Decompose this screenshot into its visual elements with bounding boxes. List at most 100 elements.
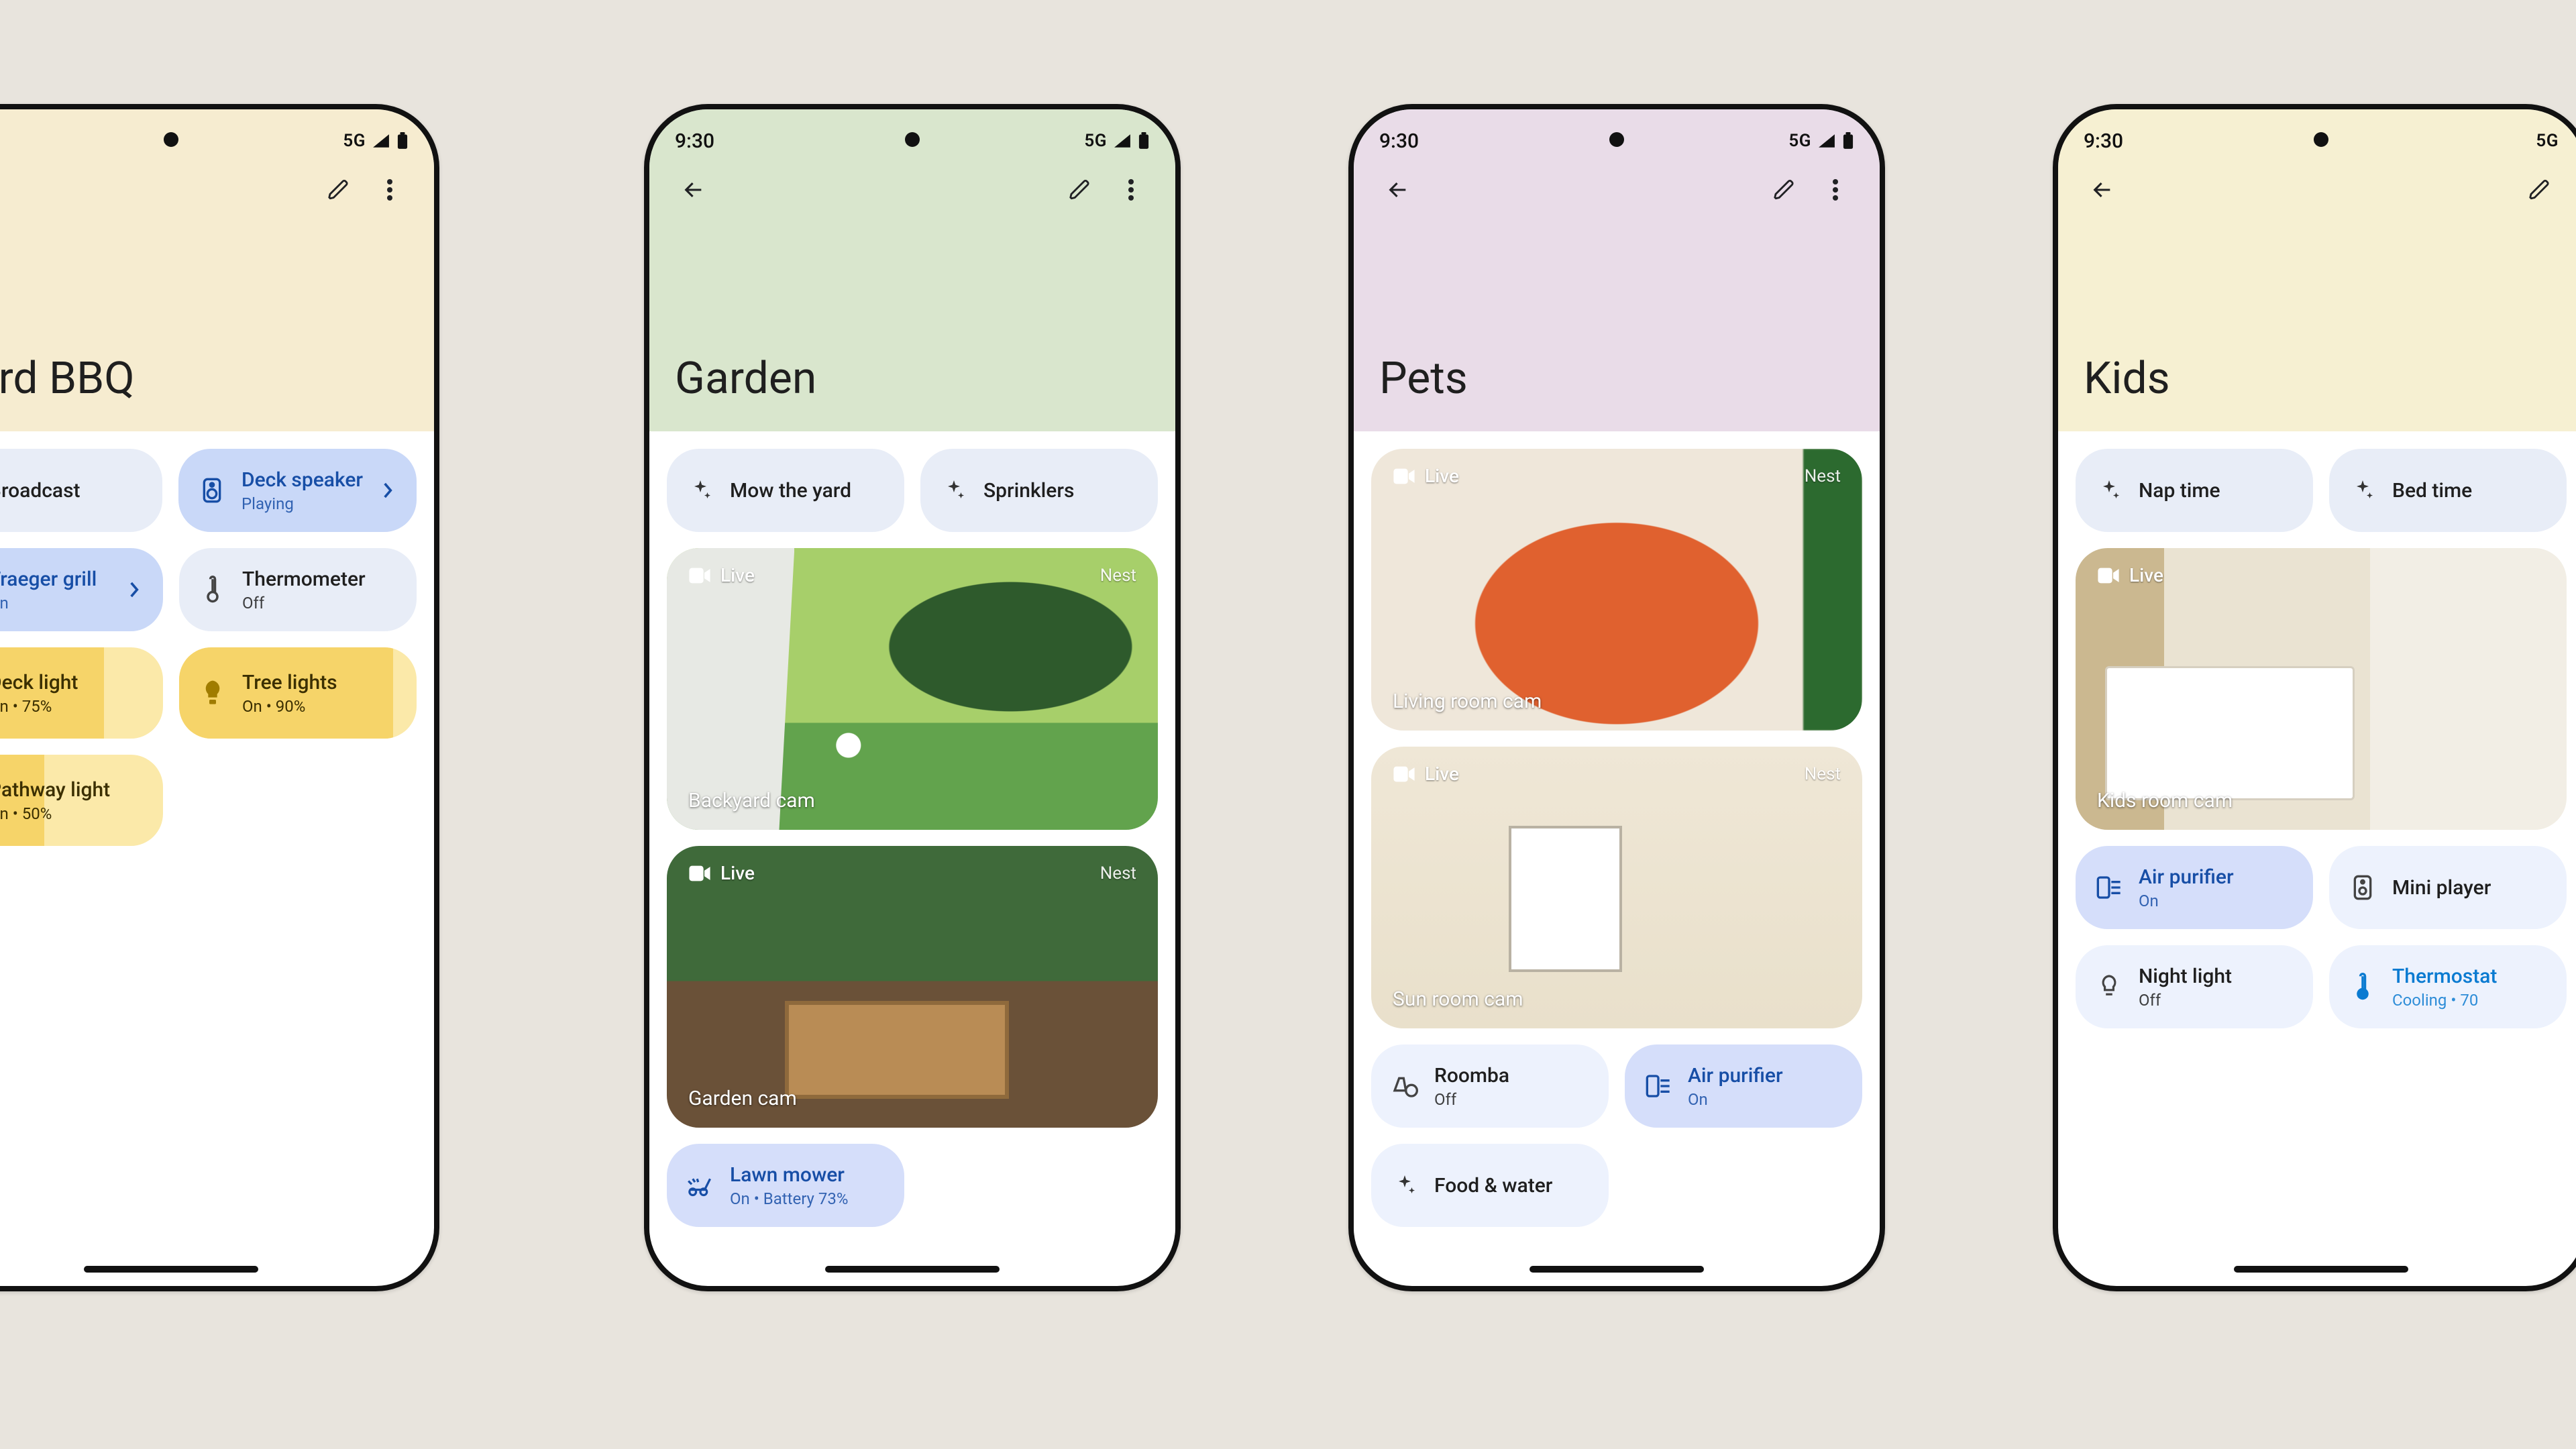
tile-traeger-grill[interactable]: Traeger grill On bbox=[0, 548, 163, 631]
tile-label: Deck light bbox=[0, 671, 78, 694]
tile-night-light[interactable]: Night light Off bbox=[2076, 945, 2313, 1028]
chevron-right-icon bbox=[378, 482, 398, 499]
tile-sub: On • 75% bbox=[0, 697, 78, 716]
home-indicator[interactable] bbox=[2234, 1266, 2408, 1273]
home-indicator[interactable] bbox=[84, 1266, 258, 1273]
back-button[interactable] bbox=[2084, 171, 2121, 209]
home-indicator[interactable] bbox=[1529, 1266, 1704, 1273]
camera-kids-room[interactable]: Live Kids room cam bbox=[2076, 548, 2567, 830]
mower-icon bbox=[686, 1171, 715, 1200]
tile-tree-lights[interactable]: Tree lights On • 90% bbox=[179, 647, 417, 739]
edit-button[interactable] bbox=[1061, 171, 1099, 209]
overflow-button[interactable] bbox=[1112, 171, 1150, 209]
network-label: 5G bbox=[1084, 131, 1107, 151]
tile-label: Traeger grill bbox=[0, 568, 109, 591]
tile-sub: On bbox=[1688, 1090, 1843, 1109]
tile-sub: On bbox=[0, 594, 109, 612]
edit-button[interactable] bbox=[2521, 171, 2559, 209]
lightbulb-outline-icon bbox=[2094, 972, 2124, 1002]
tile-sub: On • 90% bbox=[242, 697, 337, 716]
live-label: Live bbox=[2129, 564, 2163, 586]
sparkle-icon bbox=[2348, 476, 2377, 505]
video-icon bbox=[1393, 468, 1415, 485]
camera-sun-room[interactable]: Live Nest Sun room cam bbox=[1371, 747, 1862, 1028]
overflow-button[interactable] bbox=[1817, 171, 1854, 209]
tile-label: Pathway light bbox=[0, 778, 110, 802]
thermometer-icon bbox=[2348, 972, 2377, 1002]
tile-label: Air purifier bbox=[1688, 1064, 1843, 1087]
arrow-back-icon bbox=[1387, 178, 1409, 201]
header-pets: 9:30 5G bbox=[1354, 109, 1880, 431]
tile-thermostat[interactable]: Thermostat Cooling • 70 bbox=[2329, 945, 2567, 1028]
tile-air-purifier[interactable]: Air purifier On bbox=[1625, 1044, 1862, 1128]
camera-backyard[interactable]: Live Nest Backyard cam bbox=[667, 548, 1158, 830]
camera-cutout bbox=[1609, 132, 1624, 147]
live-label: Live bbox=[1425, 465, 1459, 487]
battery-icon bbox=[1138, 132, 1150, 150]
tile-mini-player[interactable]: Mini player bbox=[2329, 846, 2567, 929]
phone-kids: 9:30 5G Kids bbox=[2053, 104, 2576, 1291]
tile-deck-light[interactable]: Deck light On • 75% bbox=[0, 647, 163, 739]
edit-button[interactable] bbox=[1766, 171, 1803, 209]
home-indicator[interactable] bbox=[825, 1266, 1000, 1273]
back-button[interactable] bbox=[675, 171, 712, 209]
page-title: Garden bbox=[675, 353, 816, 405]
tile-roomba[interactable]: Roomba Off bbox=[1371, 1044, 1609, 1128]
camera-brand: Nest bbox=[1100, 566, 1136, 586]
tile-label: Sprinklers bbox=[983, 479, 1139, 502]
air-purifier-icon bbox=[2094, 873, 2124, 902]
header-garden: 9:30 5G bbox=[649, 109, 1175, 431]
arrow-back-icon bbox=[2091, 178, 2114, 201]
tile-food-water[interactable]: Food & water bbox=[1371, 1144, 1609, 1227]
sparkle-icon bbox=[939, 476, 969, 505]
phone-pets: 9:30 5G bbox=[1348, 104, 1885, 1291]
camera-name: Kids room cam bbox=[2097, 789, 2233, 812]
tile-sub: On • 50% bbox=[0, 804, 110, 823]
camera-cutout bbox=[905, 132, 920, 147]
tile-thermometer[interactable]: Thermometer Off bbox=[179, 548, 417, 631]
more-vert-icon bbox=[1128, 179, 1134, 201]
tile-mow-yard[interactable]: Mow the yard bbox=[667, 449, 904, 532]
camera-cutout bbox=[2314, 132, 2328, 147]
overflow-button[interactable] bbox=[371, 171, 409, 209]
tile-label: Tree lights bbox=[242, 671, 337, 694]
tile-broadcast[interactable]: Broadcast bbox=[0, 449, 162, 532]
tile-sub: Cooling • 70 bbox=[2392, 991, 2548, 1010]
camera-living-room[interactable]: Live Nest Living room cam bbox=[1371, 449, 1862, 731]
tile-label: Mini player bbox=[2392, 876, 2548, 900]
network-label: 5G bbox=[1788, 131, 1811, 151]
header-bbq: 5G ckyard BBQ bbox=[0, 109, 434, 431]
camera-brand: Nest bbox=[1100, 863, 1136, 883]
more-vert-icon bbox=[1833, 179, 1838, 201]
chevron-right-icon bbox=[124, 581, 144, 598]
tile-pathway-light[interactable]: Pathway light On • 50% bbox=[0, 755, 163, 846]
camera-garden[interactable]: Live Nest Garden cam bbox=[667, 846, 1158, 1128]
header-kids: 9:30 5G Kids bbox=[2058, 109, 2576, 431]
phone-garden: 9:30 5G bbox=[644, 104, 1181, 1291]
camera-brand: Nest bbox=[1805, 764, 1841, 784]
tile-bed-time[interactable]: Bed time bbox=[2329, 449, 2567, 532]
air-purifier-icon bbox=[1644, 1071, 1673, 1101]
arrow-back-icon bbox=[682, 178, 705, 201]
status-time: 9:30 bbox=[2084, 129, 2123, 153]
live-label: Live bbox=[720, 862, 755, 884]
lightbulb-icon bbox=[198, 678, 227, 708]
back-button[interactable] bbox=[1379, 171, 1417, 209]
live-label: Live bbox=[1425, 763, 1459, 785]
tile-sprinklers[interactable]: Sprinklers bbox=[920, 449, 1158, 532]
signal-icon bbox=[1818, 133, 1835, 148]
edit-button[interactable] bbox=[320, 171, 358, 209]
camera-name: Backyard cam bbox=[688, 789, 815, 812]
tile-air-purifier[interactable]: Air purifier On bbox=[2076, 846, 2313, 929]
status-time: 9:30 bbox=[675, 129, 714, 153]
tile-label: Bed time bbox=[2392, 479, 2548, 502]
live-label: Live bbox=[720, 564, 755, 586]
tile-label: Night light bbox=[2139, 965, 2294, 988]
thermometer-icon bbox=[198, 575, 227, 604]
tile-nap-time[interactable]: Nap time bbox=[2076, 449, 2313, 532]
camera-cutout bbox=[164, 132, 178, 147]
tile-lawn-mower[interactable]: Lawn mower On • Battery 73% bbox=[667, 1144, 904, 1227]
tile-deck-speaker[interactable]: Deck speaker Playing bbox=[178, 449, 417, 532]
tile-sub: Off bbox=[2139, 991, 2294, 1010]
video-icon bbox=[688, 865, 711, 882]
